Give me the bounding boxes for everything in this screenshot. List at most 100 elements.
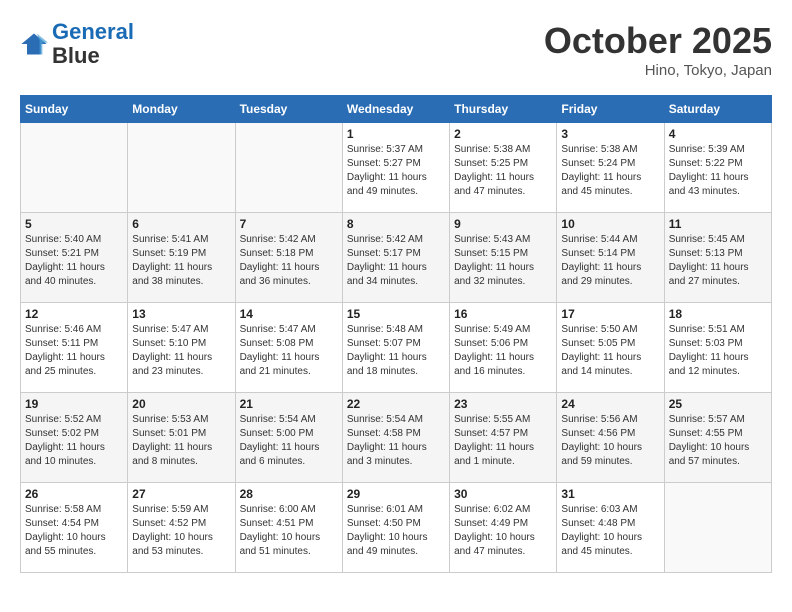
calendar-cell: 16 Sunrise: 5:49 AM Sunset: 5:06 PM Dayli… xyxy=(450,303,557,393)
day-number: 6 xyxy=(132,217,230,231)
day-info: Sunrise: 5:56 AM Sunset: 4:56 PM Dayligh… xyxy=(561,413,659,469)
day-number: 20 xyxy=(132,397,230,411)
day-number: 19 xyxy=(25,397,123,411)
day-info: Sunrise: 5:54 AM Sunset: 4:58 PM Dayligh… xyxy=(347,413,445,469)
day-number: 29 xyxy=(347,487,445,501)
day-info: Sunrise: 5:54 AM Sunset: 5:00 PM Dayligh… xyxy=(240,413,338,469)
day-info: Sunrise: 5:51 AM Sunset: 5:03 PM Dayligh… xyxy=(669,323,767,379)
calendar-cell xyxy=(664,483,771,573)
calendar-cell: 27Sunrise: 5:59 AM Sunset: 4:52 PM Dayli… xyxy=(128,483,235,573)
day-info: Sunrise: 5:49 AM Sunset: 5:06 PM Dayligh… xyxy=(454,323,552,379)
day-info: Sunrise: 5:38 AM Sunset: 5:25 PM Dayligh… xyxy=(454,143,552,199)
day-number: 5 xyxy=(25,217,123,231)
page-header: General Blue October 2025 Hino, Tokyo, J… xyxy=(20,20,772,79)
calendar-cell: 28 Sunrise: 6:00 AM Sunset: 4:51 PM Dayli… xyxy=(235,483,342,573)
day-info: Sunrise: 5:37 AM Sunset: 5:27 PM Dayligh… xyxy=(347,143,445,199)
calendar-cell: 25Sunrise: 5:57 AM Sunset: 4:55 PM Dayli… xyxy=(664,393,771,483)
calendar-cell: 26Sunrise: 5:58 AM Sunset: 4:54 PM Dayli… xyxy=(21,483,128,573)
day-info: Sunrise: 5:50 AM Sunset: 5:05 PM Dayligh… xyxy=(561,323,659,379)
calendar-cell: 2 Sunrise: 5:38 AM Sunset: 5:25 PM Daylig… xyxy=(450,123,557,213)
calendar-cell: 23 Sunrise: 5:55 AM Sunset: 4:57 PM Dayli… xyxy=(450,393,557,483)
day-number: 17 xyxy=(561,307,659,321)
calendar-cell: 22 Sunrise: 5:54 AM Sunset: 4:58 PM Dayli… xyxy=(342,393,449,483)
day-number: 13 xyxy=(132,307,230,321)
day-info: Sunrise: 5:40 AM Sunset: 5:21 PM Dayligh… xyxy=(25,233,123,289)
calendar-cell: 30 Sunrise: 6:02 AM Sunset: 4:49 PM Dayli… xyxy=(450,483,557,573)
calendar-cell: 12Sunrise: 5:46 AM Sunset: 5:11 PM Dayli… xyxy=(21,303,128,393)
day-info: Sunrise: 5:52 AM Sunset: 5:02 PM Dayligh… xyxy=(25,413,123,469)
day-info: Sunrise: 5:47 AM Sunset: 5:08 PM Dayligh… xyxy=(240,323,338,379)
day-info: Sunrise: 5:43 AM Sunset: 5:15 PM Dayligh… xyxy=(454,233,552,289)
day-info: Sunrise: 6:02 AM Sunset: 4:49 PM Dayligh… xyxy=(454,503,552,559)
day-number: 14 xyxy=(240,307,338,321)
logo-line1: General xyxy=(52,19,134,44)
title-block: October 2025 Hino, Tokyo, Japan xyxy=(544,20,772,79)
day-number: 8 xyxy=(347,217,445,231)
day-number: 2 xyxy=(454,127,552,141)
calendar-cell xyxy=(128,123,235,213)
calendar-cell: 19 Sunrise: 5:52 AM Sunset: 5:02 PM Dayli… xyxy=(21,393,128,483)
day-info: Sunrise: 5:45 AM Sunset: 5:13 PM Dayligh… xyxy=(669,233,767,289)
month-title: October 2025 xyxy=(544,20,772,62)
calendar-cell: 9Sunrise: 5:43 AM Sunset: 5:15 PM Daylig… xyxy=(450,213,557,303)
day-number: 30 xyxy=(454,487,552,501)
day-info: Sunrise: 5:42 AM Sunset: 5:18 PM Dayligh… xyxy=(240,233,338,289)
day-info: Sunrise: 6:03 AM Sunset: 4:48 PM Dayligh… xyxy=(561,503,659,559)
day-number: 7 xyxy=(240,217,338,231)
day-info: Sunrise: 5:47 AM Sunset: 5:10 PM Dayligh… xyxy=(132,323,230,379)
day-number: 3 xyxy=(561,127,659,141)
weekday-header-tuesday: Tuesday xyxy=(235,96,342,123)
calendar-cell: 20Sunrise: 5:53 AM Sunset: 5:01 PM Dayli… xyxy=(128,393,235,483)
calendar-week-row: 12Sunrise: 5:46 AM Sunset: 5:11 PM Dayli… xyxy=(21,303,772,393)
calendar-cell: 15Sunrise: 5:48 AM Sunset: 5:07 PM Dayli… xyxy=(342,303,449,393)
day-number: 12 xyxy=(25,307,123,321)
calendar-cell: 10Sunrise: 5:44 AM Sunset: 5:14 PM Dayli… xyxy=(557,213,664,303)
calendar-cell xyxy=(21,123,128,213)
day-number: 1 xyxy=(347,127,445,141)
day-number: 11 xyxy=(669,217,767,231)
calendar-cell: 4Sunrise: 5:39 AM Sunset: 5:22 PM Daylig… xyxy=(664,123,771,213)
day-info: Sunrise: 5:39 AM Sunset: 5:22 PM Dayligh… xyxy=(669,143,767,199)
calendar-cell: 7 Sunrise: 5:42 AM Sunset: 5:18 PM Daylig… xyxy=(235,213,342,303)
day-number: 25 xyxy=(669,397,767,411)
day-number: 23 xyxy=(454,397,552,411)
day-info: Sunrise: 5:55 AM Sunset: 4:57 PM Dayligh… xyxy=(454,413,552,469)
calendar-cell: 13 Sunrise: 5:47 AM Sunset: 5:10 PM Dayli… xyxy=(128,303,235,393)
day-number: 21 xyxy=(240,397,338,411)
weekday-header-monday: Monday xyxy=(128,96,235,123)
day-info: Sunrise: 5:44 AM Sunset: 5:14 PM Dayligh… xyxy=(561,233,659,289)
day-info: Sunrise: 5:41 AM Sunset: 5:19 PM Dayligh… xyxy=(132,233,230,289)
day-number: 16 xyxy=(454,307,552,321)
logo-line2: Blue xyxy=(52,43,100,68)
day-info: Sunrise: 5:42 AM Sunset: 5:17 PM Dayligh… xyxy=(347,233,445,289)
day-number: 26 xyxy=(25,487,123,501)
calendar-cell: 5 Sunrise: 5:40 AM Sunset: 5:21 PM Daylig… xyxy=(21,213,128,303)
calendar-cell: 21 Sunrise: 5:54 AM Sunset: 5:00 PM Dayli… xyxy=(235,393,342,483)
calendar-cell: 17 Sunrise: 5:50 AM Sunset: 5:05 PM Dayli… xyxy=(557,303,664,393)
location-subtitle: Hino, Tokyo, Japan xyxy=(544,62,772,79)
logo-icon xyxy=(20,30,48,58)
day-number: 22 xyxy=(347,397,445,411)
calendar-week-row: 19 Sunrise: 5:52 AM Sunset: 5:02 PM Dayli… xyxy=(21,393,772,483)
calendar-cell: 11 Sunrise: 5:45 AM Sunset: 5:13 PM Dayli… xyxy=(664,213,771,303)
day-number: 31 xyxy=(561,487,659,501)
calendar-cell: 1 Sunrise: 5:37 AM Sunset: 5:27 PM Daylig… xyxy=(342,123,449,213)
day-number: 15 xyxy=(347,307,445,321)
calendar-week-row: 1 Sunrise: 5:37 AM Sunset: 5:27 PM Daylig… xyxy=(21,123,772,213)
calendar-cell: 8 Sunrise: 5:42 AM Sunset: 5:17 PM Daylig… xyxy=(342,213,449,303)
calendar-cell xyxy=(235,123,342,213)
calendar-week-row: 5 Sunrise: 5:40 AM Sunset: 5:21 PM Daylig… xyxy=(21,213,772,303)
calendar-cell: 29Sunrise: 6:01 AM Sunset: 4:50 PM Dayli… xyxy=(342,483,449,573)
calendar-cell: 24Sunrise: 5:56 AM Sunset: 4:56 PM Dayli… xyxy=(557,393,664,483)
weekday-header-row: SundayMondayTuesdayWednesdayThursdayFrid… xyxy=(21,96,772,123)
calendar-week-row: 26Sunrise: 5:58 AM Sunset: 4:54 PM Dayli… xyxy=(21,483,772,573)
weekday-header-friday: Friday xyxy=(557,96,664,123)
day-info: Sunrise: 6:00 AM Sunset: 4:51 PM Dayligh… xyxy=(240,503,338,559)
weekday-header-sunday: Sunday xyxy=(21,96,128,123)
day-number: 18 xyxy=(669,307,767,321)
day-info: Sunrise: 5:38 AM Sunset: 5:24 PM Dayligh… xyxy=(561,143,659,199)
calendar-cell: 18 Sunrise: 5:51 AM Sunset: 5:03 PM Dayli… xyxy=(664,303,771,393)
calendar-cell: 31 Sunrise: 6:03 AM Sunset: 4:48 PM Dayli… xyxy=(557,483,664,573)
day-number: 28 xyxy=(240,487,338,501)
calendar-table: SundayMondayTuesdayWednesdayThursdayFrid… xyxy=(20,95,772,573)
